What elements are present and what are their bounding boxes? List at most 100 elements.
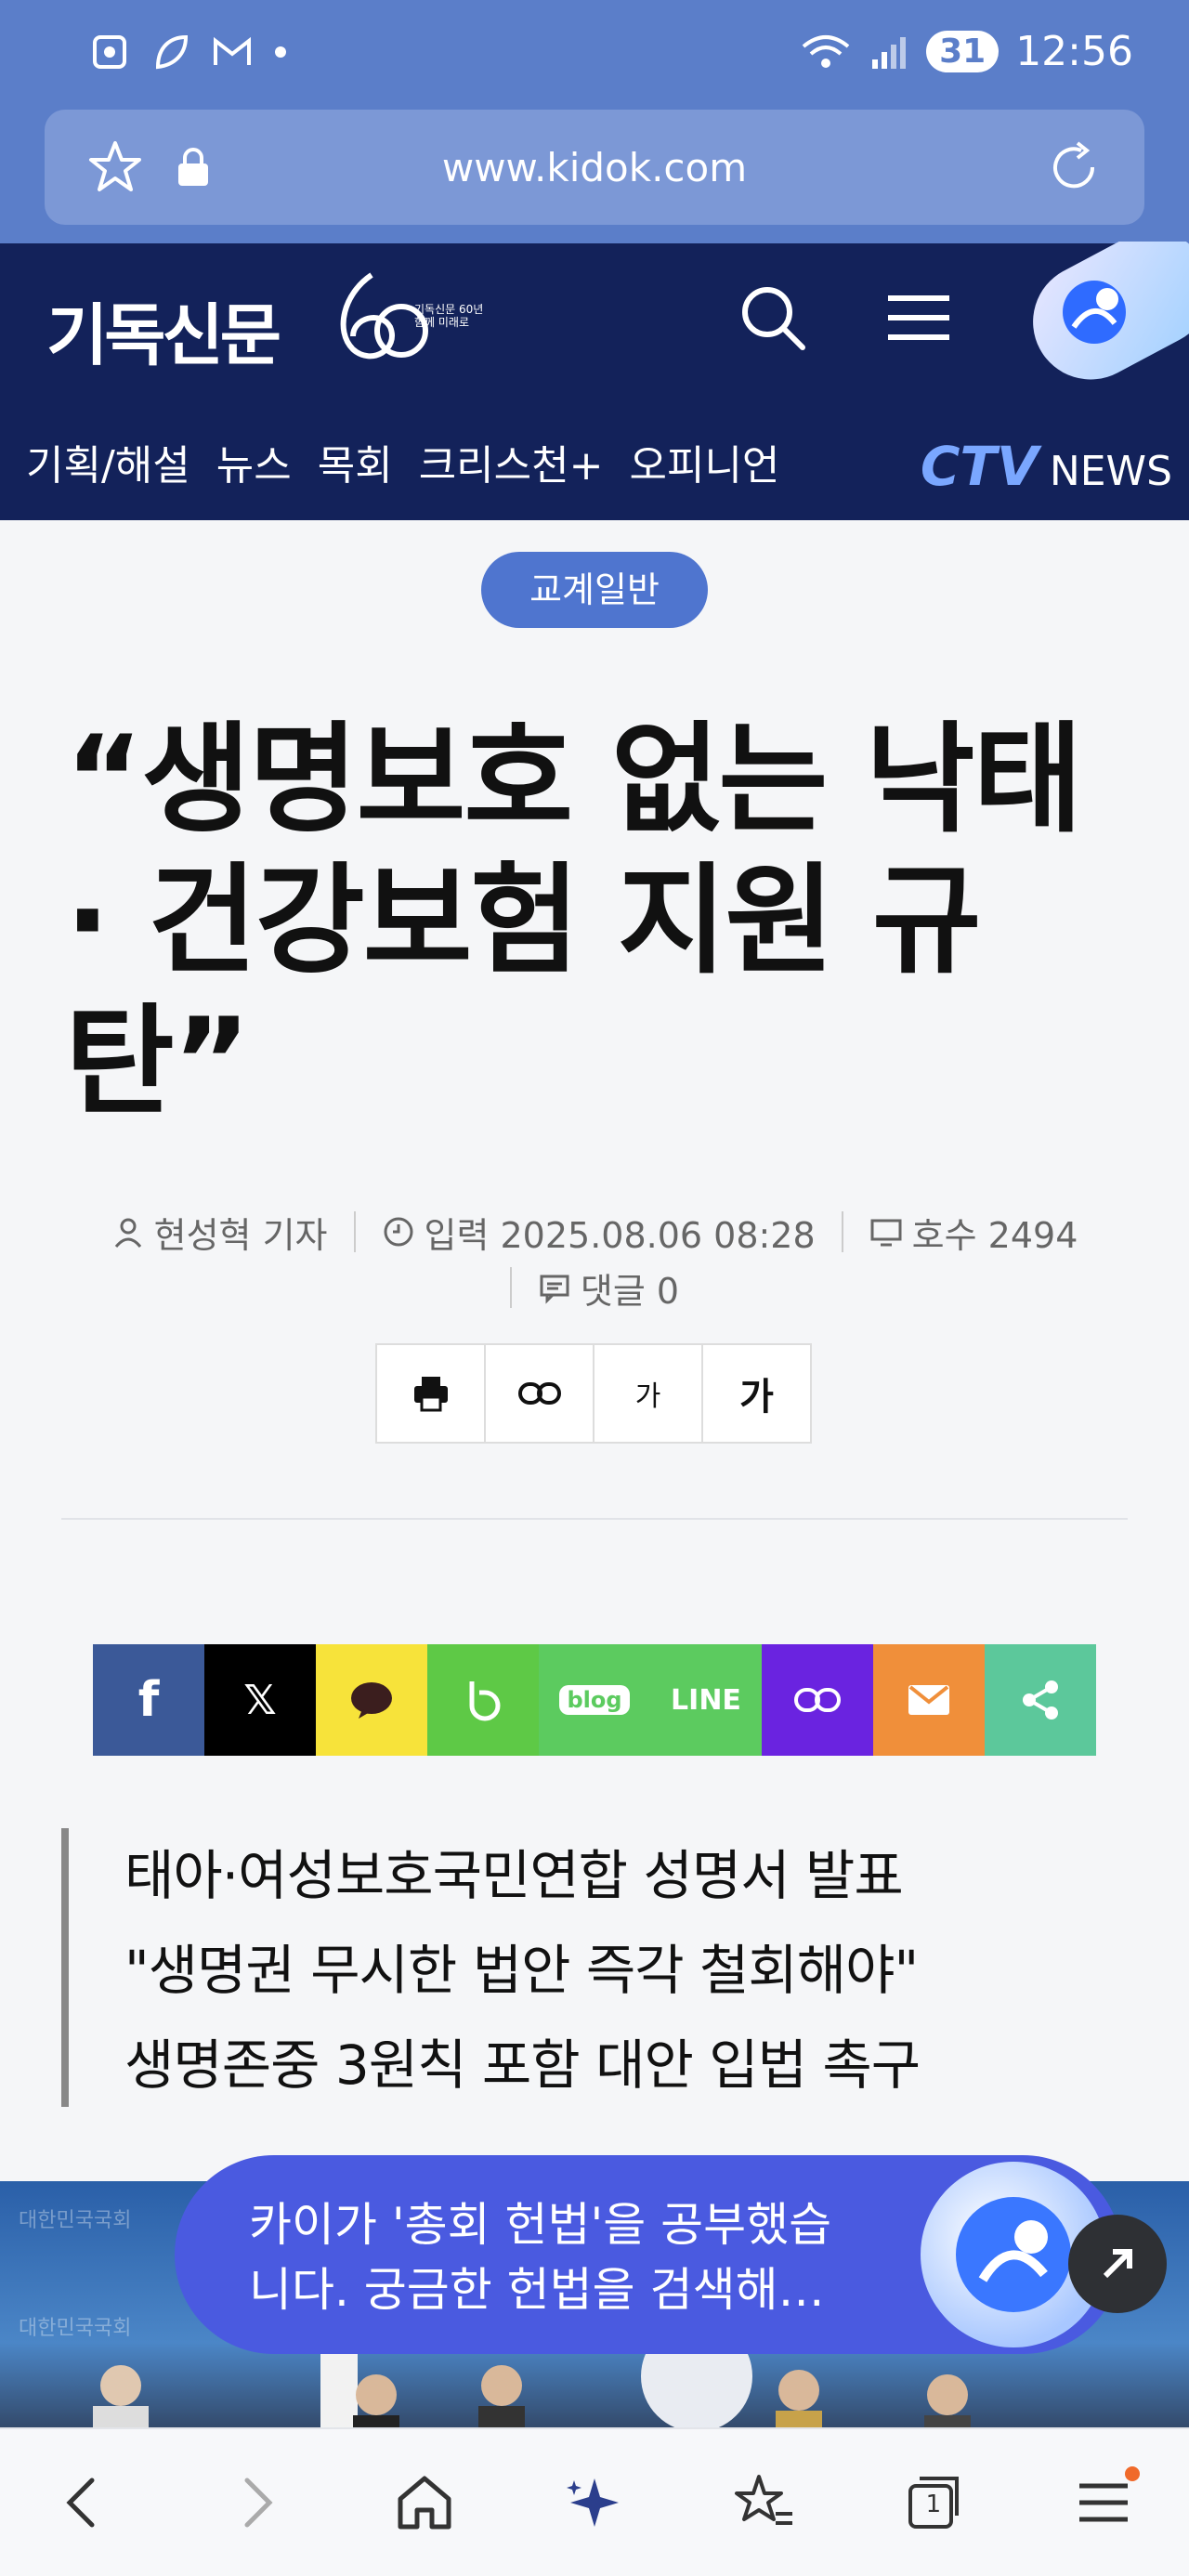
article-summary: 태아·여성보호국민연합 성명서 발표 "생명권 무시한 법안 즉각 철회해야" …	[61, 1828, 1083, 2107]
ai-popup-text: 카이가 '총회 헌법'을 공부했습 니다. 궁금한 헌법을 검색해…	[249, 2192, 881, 2322]
headline-line3: 탄”	[65, 993, 251, 1131]
nav-item-opinion[interactable]: 오피니언	[629, 432, 779, 491]
ai-assistant-icon[interactable]	[1022, 242, 1189, 381]
back-button[interactable]	[43, 2461, 126, 2544]
site-logo[interactable]: 기독신문	[46, 281, 281, 378]
bookmarks-button[interactable]	[723, 2461, 806, 2544]
share-x-button[interactable]: 𝕏	[204, 1644, 316, 1756]
copy-link-button[interactable]	[486, 1345, 594, 1442]
band-icon	[469, 1681, 501, 1721]
share-kakaotalk-button[interactable]	[316, 1644, 427, 1756]
photo-backdrop-text: 대한민국국회	[19, 2209, 132, 2232]
reporter-name: 현성혁 기자	[153, 1214, 328, 1256]
share-line-button[interactable]: LINE	[650, 1644, 762, 1756]
leaf-icon	[155, 34, 189, 70]
link-icon	[794, 1688, 841, 1712]
article-tools: 가 가	[375, 1343, 812, 1444]
back-arrow-icon	[66, 2478, 95, 2528]
battery-indicator: 31	[926, 31, 1000, 72]
share-icon	[1023, 1680, 1058, 1720]
meta-separator	[841, 1211, 843, 1252]
x-icon: 𝕏	[243, 1676, 277, 1724]
share-blog-button[interactable]: blog	[539, 1644, 650, 1756]
forward-button[interactable]	[213, 2461, 296, 2544]
facebook-icon: f	[137, 1672, 160, 1728]
ctv-news-label: NEWS	[1049, 448, 1172, 495]
search-icon[interactable]	[736, 281, 810, 355]
category-badge[interactable]: 교계일반	[481, 552, 708, 628]
wifi-icon	[802, 34, 850, 68]
comments-count[interactable]: 댓글 0	[538, 1262, 679, 1314]
reload-icon[interactable]	[1044, 137, 1104, 197]
forward-arrow-icon	[244, 2478, 273, 2528]
arrow-up-right-icon	[1103, 2249, 1132, 2279]
reporter[interactable]: 현성혁 기자	[111, 1207, 328, 1258]
nav-item-ministry[interactable]: 목회	[318, 432, 393, 491]
logo-subtext-line2: 함께 미래로	[414, 316, 470, 329]
home-button[interactable]	[383, 2461, 466, 2544]
nav-item-christian-plus[interactable]: 크리스천+	[419, 432, 604, 491]
photo-backdrop-text: 대한민국국회	[19, 2317, 132, 2340]
status-bar: 31 12:56	[0, 0, 1189, 110]
font-increase-button[interactable]: 가	[703, 1345, 810, 1442]
font-decrease-button[interactable]: 가	[594, 1345, 703, 1442]
site-header: 기독신문 기독신문 60년 함께 미래로 기획/해설 뉴스 목회 크리스천+ 오…	[0, 242, 1189, 520]
email-icon	[908, 1685, 949, 1715]
meta-row-2: 댓글 0	[0, 1260, 1189, 1315]
meta-separator	[353, 1211, 356, 1252]
menu-button[interactable]	[1062, 2461, 1145, 2544]
divider	[61, 1518, 1128, 1520]
line-icon: LINE	[671, 1683, 741, 1717]
clock-icon	[384, 1217, 412, 1247]
tabs-count: 1	[925, 2491, 942, 2518]
print-button[interactable]	[377, 1345, 486, 1442]
publish-date-text: 입력 2025.08.06 08:28	[424, 1214, 816, 1256]
tabs-button[interactable]: 1	[893, 2461, 976, 2544]
summary-line: 생명존중 3원칙 포함 대안 입법 촉구	[124, 2033, 921, 2097]
gmail-icon	[214, 36, 251, 65]
scroll-top-button[interactable]	[1068, 2215, 1167, 2313]
hamburger-menu-icon[interactable]	[888, 290, 949, 346]
share-email-button[interactable]	[873, 1644, 985, 1756]
url-text[interactable]: www.kidok.com	[45, 145, 1144, 190]
person-icon	[114, 1218, 141, 1248]
blog-icon: blog	[559, 1685, 630, 1715]
headline-line1: “생명보호 없는 낙태	[65, 711, 1082, 849]
share-link-button[interactable]	[762, 1644, 873, 1756]
issue-number-text: 호수 2494	[911, 1214, 1078, 1256]
clock: 12:56	[1015, 28, 1133, 75]
ai-sparkle-button[interactable]	[553, 2461, 636, 2544]
status-right: 31 12:56	[800, 28, 1133, 75]
url-bar[interactable]: www.kidok.com	[45, 110, 1144, 225]
link-icon	[517, 1382, 561, 1405]
ctv-label: CTV	[920, 435, 1039, 498]
monitor-icon	[870, 1219, 902, 1247]
meta-row-1: 현성혁 기자 입력 2025.08.06 08:28 호수 2494	[0, 1204, 1189, 1260]
logo-subtext-line1: 기독신문 60년	[414, 303, 484, 316]
screenshot-icon	[93, 35, 126, 69]
summary-line: "생명권 무시한 법안 즉각 철회해야"	[124, 1939, 919, 2002]
font-small-label: 가	[634, 1380, 661, 1413]
share-bar: f 𝕏 blog LINE	[93, 1644, 1096, 1756]
bookmark-list-icon	[734, 2475, 792, 2525]
font-large-label: 가	[739, 1376, 774, 1419]
browser-chrome: 31 12:56 www.kidok.com	[0, 0, 1189, 243]
nav-item-news[interactable]: 뉴스	[216, 432, 292, 491]
nav-item-ctv-news[interactable]: CTV NEWS	[921, 435, 1172, 498]
headline-line2: · 건강보험 지원 규	[65, 852, 982, 990]
kakaotalk-icon	[351, 1682, 392, 1719]
logo-subtext: 기독신문 60년 함께 미래로	[414, 303, 483, 329]
notification-dot-icon	[275, 46, 286, 58]
share-facebook-button[interactable]: f	[93, 1644, 204, 1756]
article-meta: 현성혁 기자 입력 2025.08.06 08:28 호수 2494 댓글 0	[0, 1204, 1189, 1315]
signal-icon	[872, 36, 907, 69]
comment-icon	[540, 1275, 569, 1304]
status-icons	[89, 32, 288, 72]
ai-popup-line2: 니다. 궁금한 헌법을 검색해…	[249, 2263, 825, 2317]
share-band-button[interactable]	[427, 1644, 539, 1756]
ai-assistant-popup[interactable]: 카이가 '총회 헌법'을 공부했습 니다. 궁금한 헌법을 검색해…	[175, 2155, 1122, 2354]
print-icon	[413, 1377, 448, 1412]
share-more-button[interactable]	[985, 1644, 1096, 1756]
summary-line: 태아·여성보호국민연합 성명서 발표	[124, 1844, 904, 1907]
nav-item-planning[interactable]: 기획/해설	[26, 432, 190, 491]
